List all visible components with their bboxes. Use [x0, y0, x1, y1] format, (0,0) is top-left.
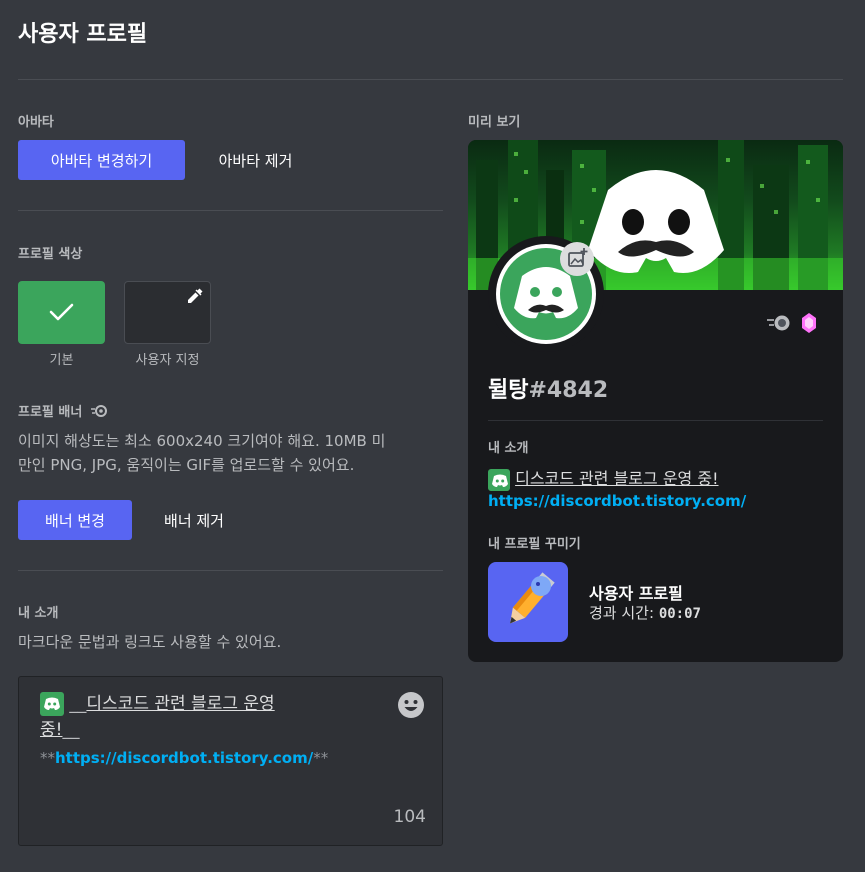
- nitro-badge-icon: [767, 315, 790, 331]
- banner-divider: [18, 570, 443, 571]
- add-image-icon: [568, 248, 588, 267]
- smile-emoji-icon[interactable]: [397, 691, 425, 719]
- preview-divider: [488, 420, 823, 421]
- bold-markup-prefix: **: [40, 749, 55, 767]
- check-icon: [49, 303, 74, 321]
- preview-about-text: 디스코드 관련 블로그 운영 중!: [488, 465, 719, 491]
- profile-preview-card: 뒬탕#4842 내 소개 디스코드 관련 블로그 운영 중! https://d…: [468, 140, 843, 662]
- underline-markup-suffix: __: [62, 720, 80, 740]
- header-divider: [18, 79, 843, 80]
- about-me-textarea[interactable]: __디스코드 관련 블로그 운영 중!__ **https://discordb…: [18, 676, 443, 846]
- about-me-link-line: **https://discordbot.tistory.com/**: [40, 749, 328, 767]
- activity-art: [488, 562, 568, 642]
- discord-emoji-icon: [488, 468, 510, 491]
- underline-markup-prefix: __: [69, 694, 87, 714]
- change-avatar-button[interactable]: 아바타 변경하기: [18, 140, 185, 180]
- banner-description-line2: 만인 PNG, JPG, 움직이는 GIF를 업로드할 수 있어요.: [18, 456, 355, 474]
- pencil-icon: [510, 572, 555, 624]
- about-me-link[interactable]: https://discordbot.tistory.com/: [55, 749, 313, 767]
- preview-username: 뒬탕#4842: [488, 372, 608, 404]
- preview-decor-label: 내 프로필 꾸미기: [488, 537, 581, 552]
- discriminator-text: #4842: [528, 378, 609, 403]
- nitro-icon: [90, 405, 107, 417]
- char-counter: 104: [393, 807, 426, 827]
- elapsed-label: 경과 시간:: [589, 604, 655, 622]
- about-me-line2: 중!: [40, 720, 63, 740]
- custom-color-caption: 사용자 지정: [135, 353, 200, 368]
- banner-description: 이미지 해상도는 최소 600x240 크기여야 해요. 10MB 미 만인 P…: [18, 429, 448, 477]
- preview-about-link[interactable]: https://discordbot.tistory.com/: [488, 492, 746, 510]
- preview-about-line: 디스코드 관련 블로그 운영 중!: [515, 469, 719, 488]
- activity-title: 사용자 프로필: [589, 584, 683, 603]
- avatar-divider: [18, 210, 443, 211]
- remove-banner-button[interactable]: 배너 제거: [146, 500, 242, 540]
- about-me-line1: 디스코드 관련 블로그 운영: [86, 694, 275, 714]
- about-me-text: __디스코드 관련 블로그 운영 중!__: [40, 691, 370, 743]
- username-text: 뒬탕: [488, 378, 529, 403]
- discord-emoji-icon: [40, 692, 64, 716]
- profile-banner-label: 프로필 배너: [18, 401, 108, 420]
- about-me-hint: 마크다운 문법과 링크도 사용할 수 있어요.: [18, 633, 282, 651]
- profile-color-label: 프로필 색상: [18, 247, 83, 262]
- profile-banner-label-text: 프로필 배너: [18, 405, 83, 420]
- custom-color-swatch[interactable]: [124, 281, 211, 344]
- remove-avatar-button[interactable]: 아바타 제거: [198, 140, 313, 180]
- preview-label: 미리 보기: [468, 115, 521, 130]
- default-color-swatch[interactable]: [18, 281, 105, 344]
- banner-description-line1: 이미지 해상도는 최소 600x240 크기여야 해요. 10MB 미: [18, 432, 386, 450]
- bold-markup-suffix: **: [313, 749, 329, 767]
- preview-about-label: 내 소개: [488, 441, 529, 456]
- boost-gem-icon: [802, 313, 816, 333]
- eyedropper-icon: [188, 288, 203, 303]
- avatar-section-label: 아바타: [18, 115, 54, 130]
- about-me-label: 내 소개: [18, 606, 59, 621]
- activity-elapsed: 경과 시간: 00:07: [589, 602, 701, 623]
- upload-avatar-button[interactable]: [560, 242, 594, 276]
- page-title: 사용자 프로필: [18, 22, 148, 47]
- change-banner-button[interactable]: 배너 변경: [18, 500, 132, 540]
- default-color-caption: 기본: [49, 353, 74, 368]
- elapsed-value: 00:07: [658, 606, 701, 622]
